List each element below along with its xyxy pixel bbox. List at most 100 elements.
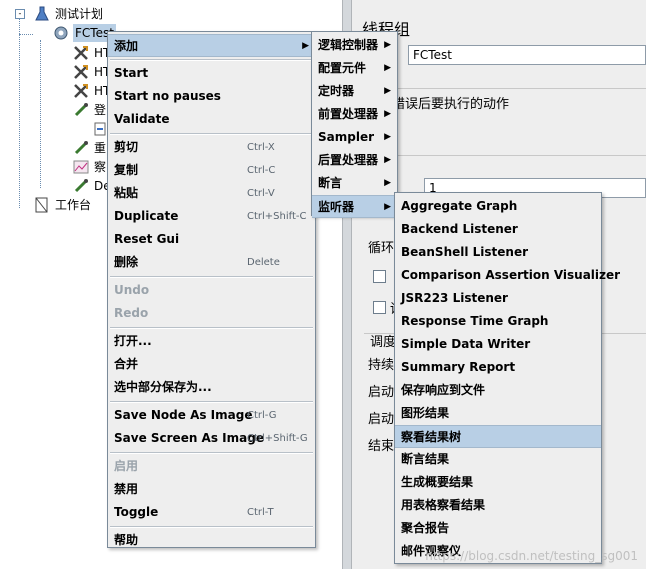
menu-item-label: 选中部分保存为...: [114, 380, 212, 394]
menu-item-label: JSR223 Listener: [401, 291, 508, 305]
shortcut-label: Delete: [247, 257, 280, 268]
menu-item[interactable]: 选中部分保存为...: [108, 376, 315, 399]
shortcut-label: Ctrl-V: [247, 188, 275, 199]
http-sampler-icon: [73, 45, 89, 61]
loop-label: 循环: [368, 241, 395, 256]
menu-item[interactable]: 剪切 Ctrl-X: [108, 136, 315, 159]
menu-item[interactable]: 复制 Ctrl-C: [108, 159, 315, 182]
menu-item[interactable]: 图形结果: [395, 402, 601, 425]
watermark: https://blog.csdn.net/testing_sg001: [425, 549, 638, 563]
menu-separator: [110, 276, 313, 278]
tree-node-workbench[interactable]: 工作台: [55, 196, 91, 214]
menu-item-label: Start: [114, 66, 149, 80]
submenu-arrow-icon: ▶: [384, 86, 391, 96]
menu-item[interactable]: 保存响应到文件: [395, 379, 601, 402]
menu-item[interactable]: Backend Listener: [395, 218, 601, 241]
tree-node-child[interactable]: 察: [94, 158, 106, 176]
menu-item[interactable]: Summary Report: [395, 356, 601, 379]
menu-item[interactable]: 断言结果: [395, 448, 601, 471]
menu-item[interactable]: 生成概要结果: [395, 471, 601, 494]
menu-item[interactable]: Response Time Graph: [395, 310, 601, 333]
context-menu[interactable]: 添加 ▶ Start Start no pauses Validate 剪切 Ctrl-X 复…: [107, 31, 316, 548]
menu-item[interactable]: 用表格察看结果: [395, 494, 601, 517]
menu-item[interactable]: 打开...: [108, 330, 315, 353]
menu-separator: [110, 526, 313, 528]
menu-item[interactable]: Validate: [108, 108, 315, 131]
checkbox[interactable]: [373, 301, 386, 314]
menu-item[interactable]: 察看结果树: [395, 425, 601, 448]
menu-item[interactable]: Duplicate Ctrl+Shift-C: [108, 205, 315, 228]
http-sampler-icon: [73, 83, 89, 99]
menu-item[interactable]: Comparison Assertion Visualizer: [395, 264, 620, 287]
name-input[interactable]: FCTest: [408, 45, 646, 65]
menu-item-label: Undo: [114, 283, 150, 297]
menu-separator: [110, 452, 313, 454]
menu-item-label: Simple Data Writer: [401, 337, 531, 351]
submenu-arrow-icon: ▶: [384, 63, 391, 73]
pipette-icon: [73, 140, 89, 156]
menu-separator: [110, 59, 313, 61]
menu-item[interactable]: Sampler ▶: [312, 126, 397, 149]
menu-item: 启用: [108, 455, 315, 478]
menu-item-label: 察看结果树: [401, 430, 462, 444]
menu-item-label: 用表格察看结果: [401, 498, 486, 512]
listener-submenu[interactable]: Aggregate Graph Backend Listener BeanShell…: [394, 192, 620, 564]
menu-item[interactable]: 合并: [108, 353, 315, 376]
submenu-arrow-icon: ▶: [384, 202, 391, 212]
submenu-arrow-icon: ▶: [384, 109, 391, 119]
menu-item[interactable]: 前置处理器 ▶: [312, 103, 397, 126]
checkbox[interactable]: [373, 270, 386, 283]
workbench-icon: [34, 197, 50, 213]
menu-item[interactable]: 配置元件 ▶: [312, 57, 397, 80]
menu-item[interactable]: 帮助: [108, 529, 315, 552]
menu-separator: [110, 401, 313, 403]
menu-item[interactable]: 监听器 ▶: [312, 195, 397, 218]
menu-item[interactable]: Save Node As Image Ctrl-G: [108, 404, 315, 427]
menu-item[interactable]: Reset Gui: [108, 228, 315, 251]
menu-item-label: Save Node As Image: [114, 408, 253, 422]
menu-item-label: 帮助: [114, 533, 139, 547]
menu-item[interactable]: 删除 Delete: [108, 251, 315, 274]
menu-item-label: 配置元件: [318, 61, 367, 75]
menu-item-label: Aggregate Graph: [401, 199, 518, 213]
menu-item[interactable]: Toggle Ctrl-T: [108, 501, 315, 524]
tree-node-test-plan[interactable]: 测试计划: [55, 5, 103, 23]
menu-item[interactable]: Simple Data Writer: [395, 333, 601, 356]
add-submenu[interactable]: 逻辑控制器 ▶ 配置元件 ▶ 定时器 ▶ 前置处理器 ▶ Sampler ▶ 后置处理器 ▶ 断言 ▶ 监听…: [311, 31, 398, 218]
menu-item[interactable]: Start: [108, 62, 315, 85]
menu-item-label: Reset Gui: [114, 232, 180, 246]
shortcut-label: Ctrl-C: [247, 165, 276, 176]
menu-item[interactable]: 粘贴 Ctrl-V: [108, 182, 315, 205]
duration-label: 持续: [368, 358, 395, 373]
shortcut-label: Ctrl-T: [247, 507, 274, 518]
end-time-label: 结束: [368, 439, 395, 454]
menu-item[interactable]: Save Screen As Image Ctrl+Shift-G: [108, 427, 315, 450]
menu-item[interactable]: 禁用: [108, 478, 315, 501]
menu-item-label: 图形结果: [401, 406, 450, 420]
expand-toggle-icon[interactable]: -: [15, 9, 25, 19]
graph-icon: [73, 159, 89, 175]
menu-item-label: Save Screen As Image: [114, 431, 264, 445]
menu-item-label: 复制: [114, 163, 139, 177]
menu-item-label: Response Time Graph: [401, 314, 549, 328]
menu-item[interactable]: 定时器 ▶: [312, 80, 397, 103]
menu-item[interactable]: Start no pauses: [108, 85, 315, 108]
tree-node-child[interactable]: 登: [94, 101, 106, 119]
menu-item-label: Toggle: [114, 505, 159, 519]
menu-item-label: 监听器: [318, 200, 355, 214]
menu-item[interactable]: Aggregate Graph: [395, 195, 601, 218]
menu-item[interactable]: 逻辑控制器 ▶: [312, 34, 397, 57]
menu-item[interactable]: 添加 ▶: [108, 34, 315, 57]
script-icon: [92, 121, 108, 137]
tree-node-child[interactable]: 重: [94, 139, 106, 157]
shortcut-label: Ctrl-G: [247, 410, 277, 421]
menu-item-label: Duplicate: [114, 209, 179, 223]
menu-item[interactable]: 后置处理器 ▶: [312, 149, 397, 172]
submenu-arrow-icon: ▶: [384, 132, 391, 142]
menu-item-label: 前置处理器: [318, 107, 379, 121]
menu-item-label: 聚合报告: [401, 521, 450, 535]
menu-item[interactable]: 聚合报告: [395, 517, 601, 540]
menu-item[interactable]: JSR223 Listener: [395, 287, 601, 310]
menu-item[interactable]: 断言 ▶: [312, 172, 397, 195]
menu-item[interactable]: BeanShell Listener: [395, 241, 601, 264]
